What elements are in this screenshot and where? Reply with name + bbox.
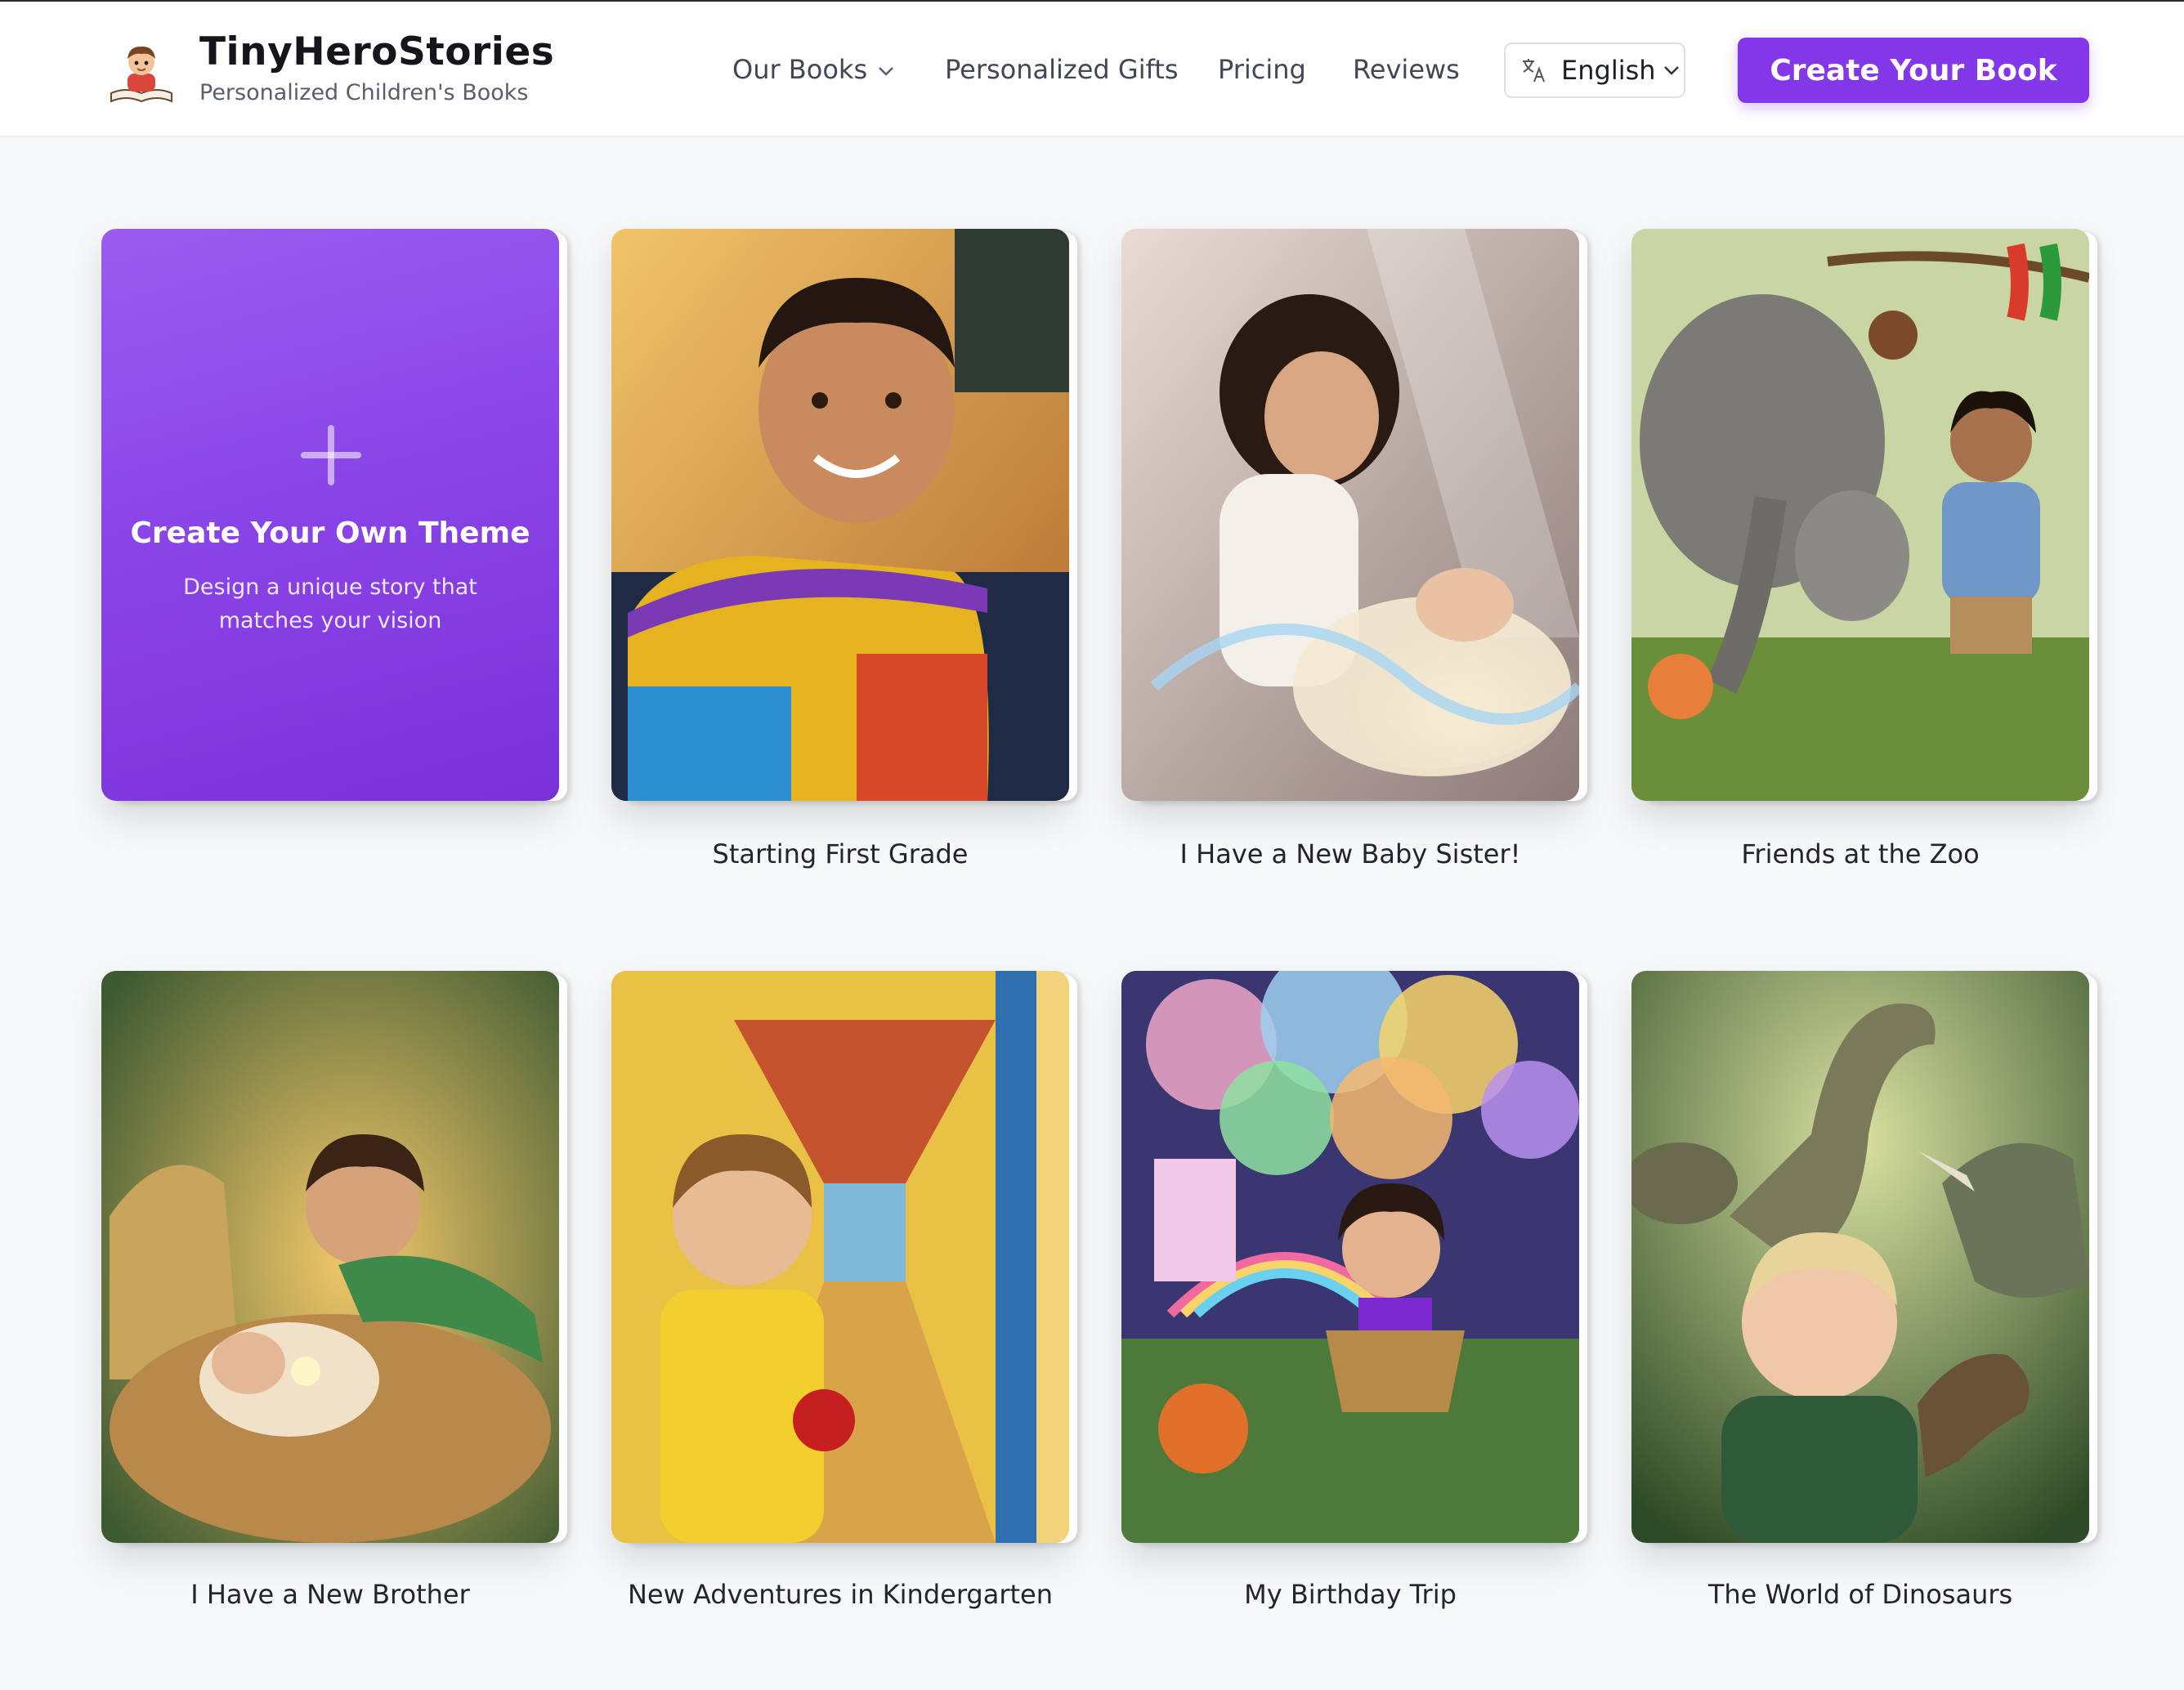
nav-our-books[interactable]: Our Books (732, 54, 895, 85)
language-selector[interactable]: English (1504, 42, 1685, 98)
book-title-kindergarten[interactable]: New Adventures in Kindergarten (611, 1579, 1069, 1610)
nav-our-books-label: Our Books (732, 54, 868, 85)
create-theme-title: Create Your Own Theme (130, 516, 530, 550)
book-card-friends-at-the-zoo[interactable] (1631, 229, 2089, 801)
book-title-world-of-dinosaurs[interactable]: The World of Dinosaurs (1631, 1579, 2089, 1610)
book-card-world-of-dinosaurs[interactable] (1631, 971, 2089, 1543)
book-card-new-baby-sister[interactable] (1121, 229, 1579, 801)
book-cover-image (101, 971, 559, 1543)
book-cover-image (1631, 229, 2089, 801)
book-title-birthday-trip[interactable]: My Birthday Trip (1121, 1579, 1579, 1610)
book-card-kindergarten[interactable] (611, 971, 1069, 1543)
create-own-theme-card[interactable]: Create Your Own Theme Design a unique st… (101, 229, 559, 801)
chevron-down-icon (879, 67, 893, 76)
book-cover-image (611, 229, 1069, 801)
nav-pricing[interactable]: Pricing (1218, 54, 1306, 85)
book-cover-image (1121, 229, 1579, 801)
book-cover-image (1121, 971, 1579, 1543)
book-title-new-brother[interactable]: I Have a New Brother (101, 1579, 559, 1610)
brand-subtitle: Personalized Children's Books (199, 80, 529, 105)
nav-personalized-gifts[interactable]: Personalized Gifts (945, 54, 1179, 85)
create-your-book-button[interactable]: Create Your Book (1738, 38, 2089, 103)
book-card-new-brother[interactable] (101, 971, 559, 1543)
language-label: English (1561, 55, 1656, 86)
book-title-starting-first-grade[interactable]: Starting First Grade (611, 838, 1069, 870)
book-card-birthday-trip[interactable] (1121, 971, 1579, 1543)
plus-icon (301, 425, 361, 485)
site-header: TinyHeroStories Personalized Children's … (0, 2, 2184, 137)
logo-reading-child-icon[interactable] (105, 36, 178, 110)
create-theme-subtitle: Design a unique story that matches your … (183, 575, 477, 633)
book-cover-image (1631, 971, 2089, 1543)
book-card-starting-first-grade[interactable] (611, 229, 1069, 801)
chevron-down-icon (1663, 66, 1679, 75)
nav-reviews[interactable]: Reviews (1353, 54, 1460, 85)
book-title-friends-at-the-zoo[interactable]: Friends at the Zoo (1631, 838, 2089, 870)
book-cover-image (611, 971, 1069, 1543)
brand-title[interactable]: TinyHeroStories (199, 29, 554, 74)
translate-icon (1523, 59, 1545, 83)
book-title-new-baby-sister[interactable]: I Have a New Baby Sister! (1121, 838, 1579, 870)
